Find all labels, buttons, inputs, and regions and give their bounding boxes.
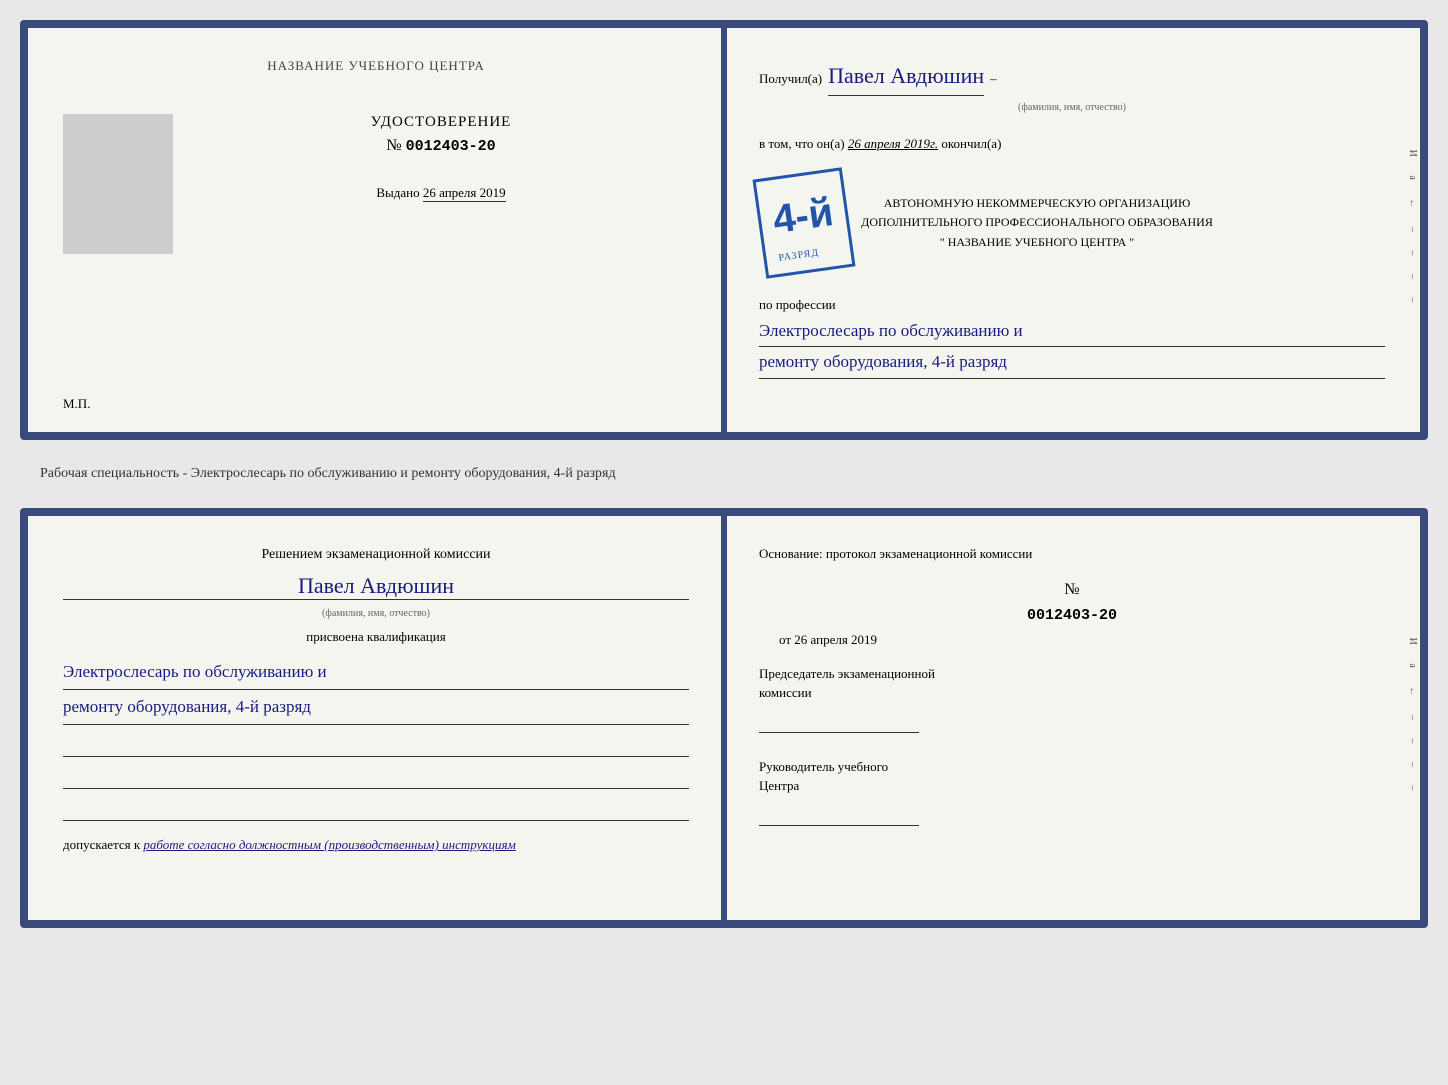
chairman-line1: Председатель экзаменационной [759,664,1385,684]
top-left-page: НАЗВАНИЕ УЧЕБНОГО ЦЕНТРА УДОСТОВЕРЕНИЕ №… [28,28,724,432]
blank-line-1 [63,733,689,757]
rukovoditel-signature-line [759,802,919,826]
protocol-prefix: № [1064,581,1079,598]
vydano-date: 26 апреля 2019 [423,185,506,202]
vtom-date: 26 апреля 2019г. [848,136,938,151]
ot-date: 26 апреля 2019 [794,632,877,647]
vydano-line: Выдано 26 апреля 2019 [193,185,689,201]
qual-line2: ремонту оборудования, 4-й разряд [63,690,689,725]
vtom-line: в том, что он(а) 26 апреля 2019г. окончи… [759,134,1385,155]
rukovoditel-block: Руководитель учебного Центра [759,757,1385,826]
rukovoditel-line1: Руководитель учебного [759,757,1385,777]
stamp-box: 4-й разряд [752,167,855,279]
blank-line-2 [63,765,689,789]
chairman-block: Председатель экзаменационной комиссии [759,664,1385,733]
stamp-area: 4-й разряд АВТОНОМНУЮ НЕКОММЕРЧЕСКУЮ ОРГ… [759,163,1385,283]
vtom-prefix: в том, что он(а) [759,136,845,151]
dash-separator: – [990,69,997,90]
doc-number: 0012403-20 [406,138,496,155]
fio-caption-top: (фамилия, имя, отчество) [759,100,1385,116]
top-right-content: Получил(a) Павел Авдюшин – (фамилия, имя… [759,58,1385,379]
okonchil-label: окончил(а) [941,136,1001,151]
rukovoditel-line2: Центра [759,776,1385,796]
blank-line-3 [63,797,689,821]
bottom-document: Решением экзаменационной комиссии Павел … [20,508,1428,928]
chairman-line2: комиссии [759,683,1385,703]
bottom-left-page: Решением экзаменационной комиссии Павел … [28,516,724,920]
edge-letters-bottom: И а ← – – – – [1407,638,1418,799]
protocol-number: 0012403-20 [759,607,1385,624]
middle-text: Рабочая специальность - Электрослесарь п… [20,456,1428,492]
top-document: НАЗВАНИЕ УЧЕБНОГО ЦЕНТРА УДОСТОВЕРЕНИЕ №… [20,20,1428,440]
poluchil-prefix: Получил(a) [759,69,822,90]
profession-line2: ремонту оборудования, 4-й разряд [759,347,1385,379]
bottom-right-page: Основание: протокол экзаменационной коми… [724,516,1420,920]
profession-line1: Электрослесарь по обслуживанию и [759,316,1385,348]
photo-placeholder [63,114,173,254]
fio-caption-bottom: (фамилия, имя, отчество) [63,608,689,619]
org-line3: " НАЗВАНИЕ УЧЕБНОГО ЦЕНТРА " [861,233,1213,252]
edge-letters: И а ← – – – – [1407,150,1418,311]
poluchil-line: Получил(a) Павел Авдюшин – [759,58,1385,96]
dopuskaetsya-line: допускается к работе согласно должностны… [63,837,689,853]
dopuskaetsya-prefix: допускается к [63,837,140,852]
doc-number-prefix: № [386,137,401,154]
dopuskaetsya-value: работе согласно должностным (производств… [143,837,515,852]
osnovanie-title: Основание: протокол экзаменационной коми… [759,544,1385,565]
ot-prefix: от [779,632,791,647]
stamp-number: 4-й [769,180,837,252]
qual-line1: Электрослесарь по обслуживанию и [63,655,689,690]
prisvoena-label: присвоена квалификация [63,629,689,645]
doc-number-line: № 0012403-20 [193,137,689,155]
org-line1: АВТОНОМНУЮ НЕКОММЕРЧЕСКУЮ ОРГАНИЗАЦИЮ [861,194,1213,213]
po-professii-label: по профессии [759,295,1385,316]
resheniem-title: Решением экзаменационной комиссии [63,544,689,565]
recipient-name-bottom: Павел Авдюшин [63,573,689,600]
chairman-signature-line [759,709,919,733]
top-left-title: НАЗВАНИЕ УЧЕБНОГО ЦЕНТРА [63,58,689,74]
org-block: АВТОНОМНУЮ НЕКОММЕРЧЕСКУЮ ОРГАНИЗАЦИЮ ДО… [861,194,1213,252]
doc-id-block: УДОСТОВЕРЕНИЕ № 0012403-20 Выдано 26 апр… [193,114,689,201]
resheniem-line1: Решением экзаменационной комиссии [261,547,490,562]
recipient-name-top: Павел Авдюшин [828,58,984,96]
org-line2: ДОПОЛНИТЕЛЬНОГО ПРОФЕССИОНАЛЬНОГО ОБРАЗО… [861,213,1213,232]
protocol-block: № 0012403-20 [759,581,1385,624]
page-wrapper: НАЗВАНИЕ УЧЕБНОГО ЦЕНТРА УДОСТОВЕРЕНИЕ №… [20,20,1428,928]
ot-line: от 26 апреля 2019 [759,632,1385,648]
doc-type-label: УДОСТОВЕРЕНИЕ [193,114,689,131]
top-right-page: Получил(a) Павел Авдюшин – (фамилия, имя… [724,28,1420,432]
photo-area: УДОСТОВЕРЕНИЕ № 0012403-20 Выдано 26 апр… [63,114,689,254]
vydano-label: Выдано [376,185,419,200]
mp-label: М.П. [63,396,90,412]
